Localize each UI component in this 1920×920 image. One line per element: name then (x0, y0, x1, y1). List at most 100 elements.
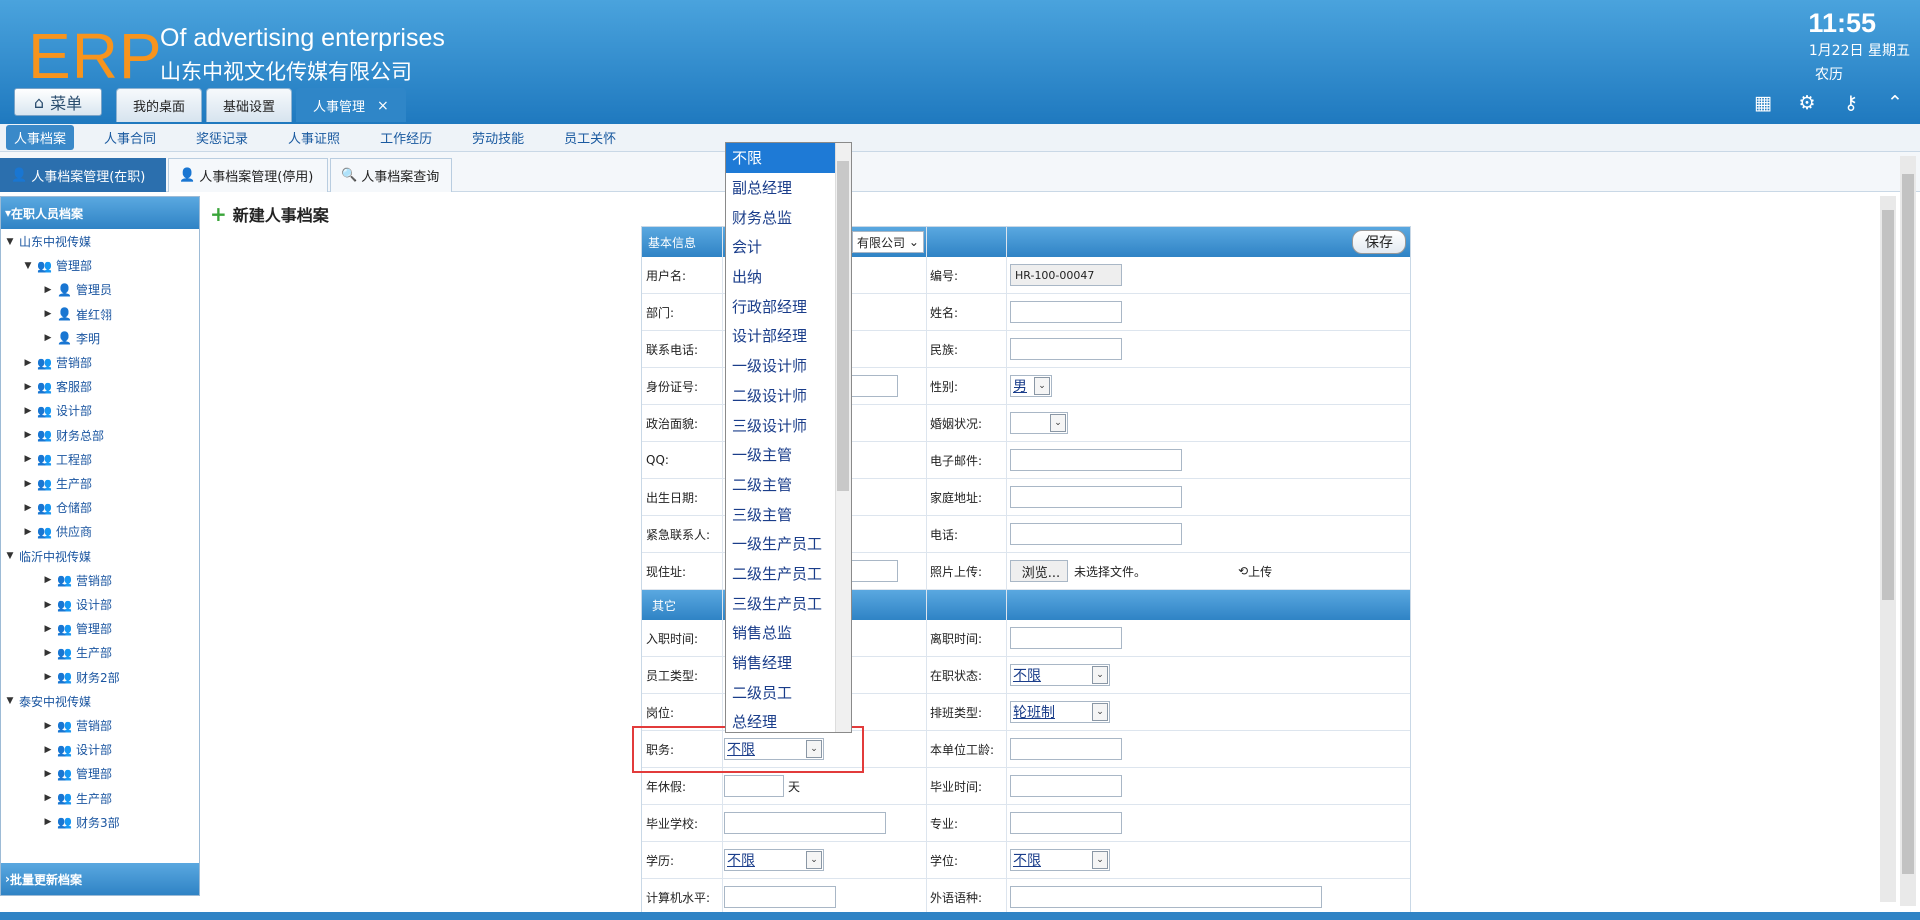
tab-my-desktop[interactable]: 我的桌面 (116, 88, 203, 122)
subnav-work-history[interactable]: 工作经历 (360, 128, 452, 147)
dropdown-option[interactable]: 三级主管 (726, 499, 851, 529)
batch-update-header[interactable]: › 批量更新档案 (1, 863, 199, 895)
subnav-skills[interactable]: 劳动技能 (452, 128, 544, 147)
tree-node[interactable]: ▶ 👥 设计部 (43, 741, 112, 758)
content-scroll-thumb[interactable] (1882, 210, 1894, 600)
shift-select[interactable]: 轮班制 ⌄ (1010, 701, 1110, 723)
annual-leave-field[interactable] (724, 775, 784, 797)
caret-right-icon[interactable]: ▶ (43, 309, 53, 319)
caret-right-icon[interactable]: ▶ (23, 406, 33, 416)
tree-node[interactable]: ▶ 👥 财务3部 (43, 814, 120, 831)
home-address-field[interactable] (1010, 486, 1182, 508)
tab-basic-settings[interactable]: 基础设置 (206, 88, 293, 122)
dropdown-option[interactable]: 副总经理 (726, 173, 851, 203)
dropdown-scrollbar[interactable] (835, 143, 851, 732)
dropdown-option[interactable]: 总经理 (726, 707, 851, 732)
caret-right-icon[interactable]: ▶ (43, 600, 53, 610)
upload-button[interactable]: ⟲ 上传 (1238, 553, 1272, 589)
tree-node[interactable]: ▶ 👥 设计部 (43, 596, 112, 613)
tel-field[interactable] (1010, 523, 1182, 545)
tree-node[interactable]: ▶ 👥 管理部 (43, 765, 112, 782)
subnav-rewards[interactable]: 奖惩记录 (176, 128, 268, 147)
subnav-hr-records[interactable]: 人事档案 (6, 125, 75, 150)
tree-node[interactable]: ▶ 👥 财务总部 (23, 427, 104, 444)
caret-right-icon[interactable]: ▶ (23, 527, 33, 537)
caret-right-icon[interactable]: ▶ (43, 624, 53, 634)
dropdown-option[interactable]: 三级设计师 (726, 410, 851, 440)
caret-right-icon[interactable]: ▶ (23, 430, 33, 440)
caret-right-icon[interactable]: ▶ (43, 575, 53, 585)
caret-right-icon[interactable]: ▶ (23, 503, 33, 513)
tree-node[interactable]: ▼ 山东中视传媒 (5, 233, 91, 250)
dropdown-option[interactable]: 不限 (726, 143, 851, 173)
subnav-contracts[interactable]: 人事合同 (84, 128, 176, 147)
tree-node[interactable]: ▶ 👥 营销部 (23, 354, 92, 371)
tab-records-query[interactable]: 🔍 人事档案查询 (330, 158, 452, 192)
tree-node[interactable]: ▶ 👥 供应商 (23, 523, 92, 540)
grad-time-field[interactable] (1010, 775, 1122, 797)
dropdown-option[interactable]: 行政部经理 (726, 291, 851, 321)
gear-icon[interactable]: ⚙ (1796, 92, 1818, 114)
tree-node[interactable]: ▶ 👥 客服部 (23, 378, 92, 395)
tree-node[interactable]: ▶ 👥 生产部 (23, 475, 92, 492)
dropdown-option[interactable]: 二级主管 (726, 470, 851, 500)
caret-down-icon[interactable]: ▼ (23, 261, 33, 271)
major-field[interactable] (1010, 812, 1122, 834)
dropdown-option[interactable]: 一级主管 (726, 440, 851, 470)
caret-down-icon[interactable]: ▼ (5, 551, 15, 561)
sidebar-header[interactable]: ▾ 在职人员档案 (1, 197, 199, 229)
dropdown-option[interactable]: 二级员工 (726, 677, 851, 707)
tree-node[interactable]: ▶ 👤 管理员 (43, 281, 112, 298)
tree-node[interactable]: ▶ 👤 李明 (43, 330, 100, 347)
dropdown-option[interactable]: 一级生产员工 (726, 529, 851, 559)
collapse-icon[interactable]: ⌃ (1884, 92, 1906, 114)
tree-node[interactable]: ▶ 👥 生产部 (43, 790, 112, 807)
key-icon[interactable]: ⚷ (1840, 92, 1862, 114)
save-button[interactable]: 保存 (1352, 230, 1406, 254)
grid-icon[interactable]: ▦ (1752, 92, 1774, 114)
dropdown-option[interactable]: 三级生产员工 (726, 588, 851, 618)
caret-right-icon[interactable]: ▶ (43, 769, 53, 779)
tree-node[interactable]: ▶ 👥 设计部 (23, 402, 92, 419)
dropdown-option[interactable]: 销售经理 (726, 648, 851, 678)
dropdown-scroll-thumb[interactable] (837, 161, 849, 491)
tab-hr-management[interactable]: 人事管理 × (296, 88, 406, 122)
caret-right-icon[interactable]: ▶ (43, 285, 53, 295)
tree-node[interactable]: ▼ 临沂中视传媒 (5, 548, 91, 565)
tree-node[interactable]: ▶ 👥 生产部 (43, 644, 112, 661)
menu-button[interactable]: ⌂ 菜单 (14, 88, 102, 116)
tree-node[interactable]: ▶ 👥 财务2部 (43, 669, 120, 686)
caret-right-icon[interactable]: ▶ (43, 745, 53, 755)
school-field[interactable] (724, 812, 886, 834)
education-select[interactable]: 不限 ⌄ (724, 849, 824, 871)
tree-node[interactable]: ▶ 👥 营销部 (43, 717, 112, 734)
computer-level-field[interactable] (724, 886, 836, 908)
caret-right-icon[interactable]: ▶ (23, 358, 33, 368)
degree-select[interactable]: 不限 ⌄ (1010, 849, 1110, 871)
tree-node[interactable]: ▶ 👥 工程部 (23, 451, 92, 468)
browse-button[interactable]: 浏览... (1010, 560, 1068, 582)
dropdown-option[interactable]: 会计 (726, 232, 851, 262)
subnav-care[interactable]: 员工关怀 (544, 128, 636, 147)
caret-right-icon[interactable]: ▶ (43, 793, 53, 803)
tree-node[interactable]: ▶ 👥 仓储部 (23, 499, 92, 516)
status-select[interactable]: 不限 ⌄ (1010, 664, 1110, 686)
dropdown-option[interactable]: 销售总监 (726, 618, 851, 648)
close-icon[interactable]: × (377, 98, 389, 114)
leave-date-field[interactable] (1010, 627, 1122, 649)
caret-right-icon[interactable]: ▶ (43, 721, 53, 731)
dropdown-option[interactable]: 一级设计师 (726, 351, 851, 381)
tree-node[interactable]: ▶ 👥 营销部 (43, 572, 112, 589)
dropdown-option[interactable]: 二级设计师 (726, 381, 851, 411)
tree-node[interactable]: ▼ 泰安中视传媒 (5, 693, 91, 710)
ethnic-field[interactable] (1010, 338, 1122, 360)
caret-down-icon[interactable]: ▼ (5, 237, 15, 247)
tab-records-active[interactable]: 👤 人事档案管理(在职) (0, 158, 166, 192)
name-field[interactable] (1010, 301, 1122, 323)
dropdown-option[interactable]: 财务总监 (726, 202, 851, 232)
caret-right-icon[interactable]: ▶ (43, 672, 53, 682)
dropdown-option[interactable]: 设计部经理 (726, 321, 851, 351)
tree-node[interactable]: ▼ 👥 管理部 (23, 257, 92, 274)
page-scrollbar[interactable] (1900, 156, 1916, 906)
caret-right-icon[interactable]: ▶ (43, 333, 53, 343)
